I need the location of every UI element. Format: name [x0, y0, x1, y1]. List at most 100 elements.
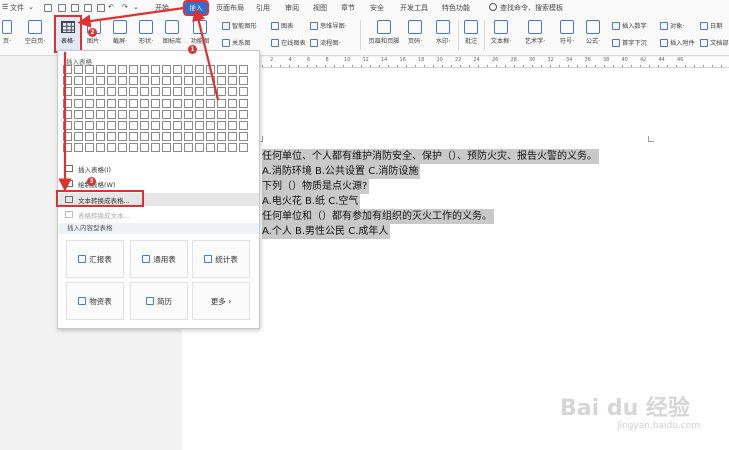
- table-grid-cell[interactable]: [228, 143, 237, 153]
- table-grid-cell[interactable]: [118, 121, 127, 130]
- table-grid-cell[interactable]: [206, 143, 215, 153]
- chevron-down-icon[interactable]: ⌄: [28, 3, 34, 11]
- tab-special-features[interactable]: 特色功能: [442, 3, 470, 13]
- date-button[interactable]: 日期: [700, 21, 722, 30]
- table-grid-cell[interactable]: [96, 76, 105, 86]
- table-grid-cell[interactable]: [184, 121, 193, 130]
- table-grid-cell[interactable]: [206, 132, 215, 142]
- table-grid-cell[interactable]: [162, 98, 171, 108]
- table-grid-cell[interactable]: [140, 87, 149, 97]
- table-grid-cell[interactable]: [85, 109, 94, 119]
- page-number-button[interactable]: 页码·: [404, 20, 426, 45]
- table-grid-cell[interactable]: [107, 143, 116, 153]
- table-grid-cell[interactable]: [184, 65, 193, 74]
- table-grid-cell[interactable]: [96, 143, 105, 153]
- export-pdf-icon[interactable]: [58, 4, 66, 12]
- table-grid-cell[interactable]: [151, 65, 160, 74]
- table-grid-cell[interactable]: [118, 76, 127, 86]
- document-part-button[interactable]: 文档部: [700, 38, 729, 47]
- table-grid-cell[interactable]: [206, 121, 215, 130]
- table-grid-cell[interactable]: [140, 143, 149, 153]
- document-line[interactable]: 下列（）物质是点火源?: [262, 179, 370, 194]
- table-grid-cell[interactable]: [195, 87, 204, 97]
- table-grid-cell[interactable]: [195, 65, 204, 74]
- table-grid-cell[interactable]: [63, 87, 72, 97]
- comment-button[interactable]: 批注: [462, 20, 480, 45]
- table-grid-cell[interactable]: [74, 121, 83, 130]
- table-grid-cell[interactable]: [217, 143, 226, 153]
- table-grid-cell[interactable]: [129, 98, 138, 108]
- table-grid-cell[interactable]: [96, 87, 105, 97]
- print-preview-icon[interactable]: [84, 4, 92, 12]
- table-grid-cell[interactable]: [173, 76, 182, 86]
- table-grid-cell[interactable]: [239, 76, 248, 86]
- table-grid-cell[interactable]: [74, 76, 83, 86]
- table-grid-cell[interactable]: [228, 76, 237, 86]
- undo-icon[interactable]: ↶: [108, 3, 114, 11]
- table-grid-cell[interactable]: [96, 132, 105, 142]
- table-grid-cell[interactable]: [184, 76, 193, 86]
- document-line[interactable]: 任何单位、个人都有维护消防安全、保护（）、预防火灾、报告火警的义务。: [262, 149, 599, 164]
- table-grid-cell[interactable]: [228, 65, 237, 74]
- more-tables-card[interactable]: 更多 ›: [192, 282, 250, 320]
- table-grid-cell[interactable]: [96, 109, 105, 119]
- page-break-button[interactable]: 页·: [0, 20, 14, 45]
- table-grid-cell[interactable]: [96, 121, 105, 130]
- table-grid-cell[interactable]: [162, 76, 171, 86]
- table-grid-cell[interactable]: [140, 109, 149, 119]
- symbol-button[interactable]: 符号·: [556, 20, 578, 45]
- table-grid-cell[interactable]: [107, 98, 116, 108]
- table-grid-cell[interactable]: [173, 109, 182, 119]
- table-grid-cell[interactable]: [239, 87, 248, 97]
- relation-chart-button[interactable]: 关系图: [222, 38, 251, 47]
- redo-icon[interactable]: ↷: [122, 3, 128, 11]
- table-grid-cell[interactable]: [206, 109, 215, 119]
- hamburger-icon[interactable]: ☰: [2, 3, 8, 11]
- formula-button[interactable]: 公式·: [582, 20, 604, 45]
- watermark-button[interactable]: 水印·: [432, 20, 454, 45]
- table-grid-cell[interactable]: [239, 65, 248, 74]
- table-grid-cell[interactable]: [162, 65, 171, 74]
- materials-table-card[interactable]: 物资表: [66, 282, 124, 320]
- attachment-button[interactable]: 插入附件: [660, 38, 695, 47]
- online-chart-button[interactable]: 在线图表: [271, 38, 306, 47]
- table-grid-cell[interactable]: [151, 109, 160, 119]
- table-grid-cell[interactable]: [173, 98, 182, 108]
- format-painter-icon[interactable]: [97, 4, 105, 12]
- flow-chart-button[interactable]: 流程图·: [310, 38, 341, 47]
- table-grid-cell[interactable]: [206, 87, 215, 97]
- quick-access-chevron-icon[interactable]: ⌄: [133, 3, 139, 11]
- table-grid-cell[interactable]: [151, 87, 160, 97]
- chart-button[interactable]: 图表: [271, 21, 293, 30]
- art-text-button[interactable]: 艺术字·: [520, 20, 550, 45]
- table-grid-cell[interactable]: [239, 132, 248, 142]
- table-grid-cell[interactable]: [173, 143, 182, 153]
- table-grid-cell[interactable]: [228, 109, 237, 119]
- textbox-button[interactable]: 文本框·: [488, 20, 514, 45]
- table-grid-cell[interactable]: [206, 76, 215, 86]
- table-grid-cell[interactable]: [228, 87, 237, 97]
- table-grid-cell[interactable]: [74, 65, 83, 74]
- table-button[interactable]: 表格·: [54, 15, 82, 53]
- table-grid-cell[interactable]: [151, 143, 160, 153]
- tab-review[interactable]: 审阅: [285, 3, 299, 13]
- table-grid-cell[interactable]: [173, 121, 182, 130]
- table-grid-cell[interactable]: [217, 65, 226, 74]
- table-to-text-menu-item[interactable]: 表格转换成文本...: [59, 208, 259, 221]
- table-grid-cell[interactable]: [217, 87, 226, 97]
- smart-graphic-button[interactable]: 智能图形: [222, 21, 257, 30]
- table-grid-cell[interactable]: [107, 65, 116, 74]
- table-grid-cell[interactable]: [74, 87, 83, 97]
- file-menu[interactable]: 文件: [10, 3, 24, 13]
- table-grid-cell[interactable]: [173, 87, 182, 97]
- table-grid-cell[interactable]: [151, 98, 160, 108]
- table-grid-cell[interactable]: [195, 98, 204, 108]
- table-grid-cell[interactable]: [129, 65, 138, 74]
- table-grid-cell[interactable]: [206, 98, 215, 108]
- table-grid-cell[interactable]: [74, 143, 83, 153]
- horizontal-ruler[interactable]: 2 4 6 8 10 12 14 16 18 20 22 24 26 28 30 32 34 36 38 40 42 44…: [262, 57, 729, 68]
- table-grid-cell[interactable]: [184, 143, 193, 153]
- table-grid-cell[interactable]: [63, 132, 72, 142]
- table-grid-cell[interactable]: [151, 132, 160, 142]
- document-text[interactable]: 任何单位、个人都有维护消防安全、保护（）、预防火灾、报告火警的义务。 A.消防环…: [262, 149, 599, 239]
